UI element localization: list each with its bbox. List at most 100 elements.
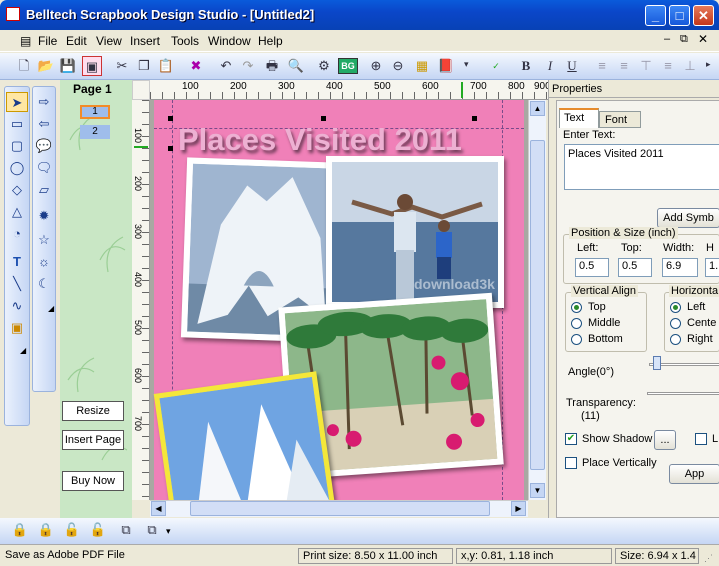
zoom-out-icon[interactable]: ⊖ <box>388 56 408 76</box>
horizontal-scroll-thumb[interactable] <box>190 501 490 516</box>
tab-text[interactable]: Text <box>559 108 599 128</box>
delete-icon[interactable]: ✖ <box>186 56 206 76</box>
speech-bubble-icon[interactable]: 🗨 <box>33 158 55 178</box>
mdi-restore-icon[interactable]: ⧉ <box>680 33 688 46</box>
photo-beach-family[interactable]: download3k <box>326 156 504 308</box>
save-icon[interactable]: 💾 <box>58 56 78 76</box>
toolbar-overflow-icon[interactable]: ▾ <box>464 59 474 77</box>
arrow-left-shape-icon[interactable]: ⇦ <box>33 114 55 134</box>
moon-shape-icon[interactable]: ☾ <box>33 274 55 294</box>
align-left-icon[interactable]: ≡ <box>592 56 612 76</box>
italic-button[interactable]: I <box>540 56 560 76</box>
buy-now-button[interactable]: Buy Now <box>62 471 124 491</box>
menu-view[interactable]: View <box>96 34 122 48</box>
properties-icon[interactable]: ⚙ <box>314 56 334 76</box>
text-input[interactable]: Places Visited 2011 <box>564 144 719 190</box>
unlock-all-icon[interactable]: 🔓 <box>88 520 108 540</box>
unlock-icon[interactable]: 🔓 <box>62 520 82 540</box>
close-button[interactable]: ✕ <box>693 5 714 26</box>
line-tool-icon[interactable]: ╲ <box>6 274 28 294</box>
show-shadow-checkbox[interactable]: ✔ <box>565 433 577 445</box>
minimize-button[interactable]: _ <box>645 5 666 26</box>
height-field[interactable]: 1. <box>705 258 719 277</box>
redo-icon[interactable]: ↷ <box>238 56 258 76</box>
rectangle-tool-icon[interactable]: ▭ <box>6 114 28 134</box>
menu-tools[interactable]: Tools <box>171 34 199 48</box>
panel-expand-icon[interactable]: ◢ <box>20 346 26 355</box>
open-icon[interactable]: 📂 <box>36 56 56 76</box>
text-tool-icon[interactable]: T <box>6 252 28 272</box>
copy-icon[interactable]: ❐ <box>134 56 154 76</box>
lock-icon[interactable]: 🔒 <box>10 520 30 540</box>
page-thumb-2[interactable]: 2 <box>80 125 110 139</box>
star-shape-icon[interactable]: ☆ <box>33 230 55 250</box>
resize-button[interactable]: Resize <box>62 401 124 421</box>
underline-button[interactable]: U <box>562 56 582 76</box>
mdi-minimize-icon[interactable]: ‒ <box>664 33 670 45</box>
left-field[interactable]: 0.5 <box>575 258 609 277</box>
insert-page-button[interactable]: Insert Page <box>62 430 124 450</box>
horizontal-scrollbar[interactable]: ◀ ▶ <box>150 500 528 517</box>
vertical-scroll-thumb[interactable] <box>530 140 545 470</box>
selection-handle[interactable] <box>168 146 173 151</box>
scroll-left-icon[interactable]: ◀ <box>151 501 166 516</box>
pdf-icon[interactable]: ▣ <box>82 56 102 76</box>
grid-icon[interactable]: ▦ <box>412 56 432 76</box>
apply-button[interactable]: App <box>669 464 719 484</box>
maximize-button[interactable]: □ <box>669 5 690 26</box>
paste-icon[interactable]: 📋 <box>156 56 176 76</box>
canvas-area[interactable]: Places Visited 2011 download3k <box>150 100 528 500</box>
extra-checkbox[interactable] <box>695 433 707 445</box>
valign-middle-radio[interactable] <box>571 318 582 329</box>
add-symbol-button[interactable]: Add Symb <box>657 208 719 228</box>
print-icon[interactable]: 🖶 <box>262 56 282 76</box>
bold-button[interactable]: B <box>516 56 536 76</box>
toolbar-overflow-icon-2[interactable]: ▸ <box>706 59 711 70</box>
angle-slider-thumb[interactable] <box>653 356 661 370</box>
diamond-tool-icon[interactable]: ◇ <box>6 180 28 200</box>
scrapbook-page[interactable]: Places Visited 2011 download3k <box>153 100 524 500</box>
page-headline[interactable]: Places Visited 2011 <box>178 122 462 158</box>
valign-bottom-radio[interactable] <box>571 334 582 345</box>
vertical-scrollbar[interactable]: ▲ ▼ <box>528 100 546 500</box>
align-bottom-icon[interactable]: ⊥ <box>680 56 700 76</box>
arc-tool-icon[interactable]: ◔ <box>6 224 28 244</box>
toolbar-overflow-icon-3[interactable]: ▾ <box>166 526 171 537</box>
parallelogram-shape-icon[interactable]: ▱ <box>33 180 55 200</box>
place-vertically-checkbox[interactable] <box>565 457 577 469</box>
align-center-icon[interactable]: ≡ <box>614 56 634 76</box>
curve-tool-icon[interactable]: ∿ <box>6 296 28 316</box>
resize-grip-icon[interactable]: ⋰ <box>704 553 713 564</box>
sun-shape-icon[interactable]: ☼ <box>33 252 55 272</box>
callout-shape-icon[interactable]: 💬 <box>33 136 55 156</box>
cut-icon[interactable]: ✂ <box>112 56 132 76</box>
halign-right-radio[interactable] <box>670 334 681 345</box>
tab-font[interactable]: Font <box>599 111 641 128</box>
burst-shape-icon[interactable]: ✹ <box>33 206 55 226</box>
selection-handle[interactable] <box>321 116 326 121</box>
page-thumb-1[interactable]: 1 <box>80 105 110 119</box>
halign-left-radio[interactable] <box>670 302 681 313</box>
halign-center-radio[interactable] <box>670 318 681 329</box>
book-icon[interactable]: 📕 <box>436 56 456 76</box>
menu-insert[interactable]: Insert <box>130 34 160 48</box>
print-preview-icon[interactable]: 🔍 <box>286 56 306 76</box>
ellipse-tool-icon[interactable]: ◯ <box>6 158 28 178</box>
background-button[interactable]: BG <box>338 58 358 74</box>
send-back-icon[interactable]: ⧉ <box>142 520 162 540</box>
bring-front-icon[interactable]: ⧉ <box>116 520 136 540</box>
scroll-right-icon[interactable]: ▶ <box>511 501 526 516</box>
undo-icon[interactable]: ↶ <box>216 56 236 76</box>
width-field[interactable]: 6.9 <box>662 258 698 277</box>
zoom-in-icon[interactable]: ⊕ <box>366 56 386 76</box>
menu-help[interactable]: Help <box>258 34 283 48</box>
select-tool-icon[interactable]: ➤ <box>6 92 28 112</box>
triangle-tool-icon[interactable]: △ <box>6 202 28 222</box>
valign-top-radio[interactable] <box>571 302 582 313</box>
rounded-rect-tool-icon[interactable]: ▢ <box>6 136 28 156</box>
menu-file[interactable]: File <box>38 34 57 48</box>
transparency-slider[interactable] <box>647 392 719 395</box>
top-field[interactable]: 0.5 <box>618 258 652 277</box>
menu-window[interactable]: Window <box>208 34 251 48</box>
scroll-up-icon[interactable]: ▲ <box>530 101 545 116</box>
